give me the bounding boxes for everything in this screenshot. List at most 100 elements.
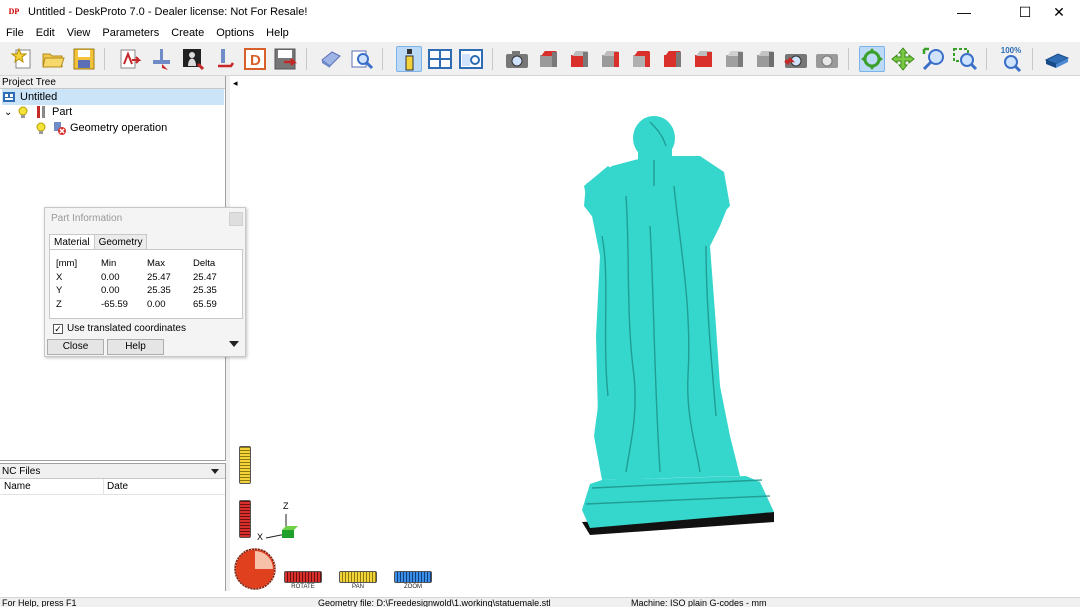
view-iso2-button[interactable] bbox=[752, 46, 778, 72]
view-right-button[interactable] bbox=[659, 46, 685, 72]
view-top-button[interactable] bbox=[535, 46, 561, 72]
cube-bottom-view-icon bbox=[693, 50, 713, 68]
window-title: Untitled - DeskProto 7.0 - Dealer licens… bbox=[28, 6, 308, 18]
tree-item-geometry-operation[interactable]: Geometry operation bbox=[34, 120, 167, 136]
dimensions-table: [mm] Min Max Delta X 0.00 25.47 25.47 Y … bbox=[49, 249, 243, 319]
nc-column-name[interactable]: Name bbox=[0, 479, 104, 494]
save-button[interactable] bbox=[71, 46, 97, 72]
zoom-mode-button[interactable] bbox=[921, 46, 947, 72]
camera-previous-icon bbox=[784, 54, 807, 68]
menu-file[interactable]: File bbox=[0, 24, 30, 42]
translated-coordinates-option[interactable]: ✓ Use translated coordinates bbox=[53, 323, 186, 334]
table-cell: X bbox=[56, 272, 63, 283]
zoom-window-icon bbox=[953, 48, 978, 71]
view-front-button[interactable] bbox=[566, 46, 592, 72]
nc-column-date[interactable]: Date bbox=[104, 479, 128, 494]
view-left-button[interactable] bbox=[597, 46, 623, 72]
table-cell: -65.59 bbox=[101, 299, 128, 310]
info-icon bbox=[405, 49, 414, 71]
statue-model bbox=[582, 116, 774, 535]
cube-top-view-icon bbox=[538, 50, 558, 68]
layout-grid-button[interactable] bbox=[427, 46, 453, 72]
bitmap-operation-button[interactable] bbox=[180, 46, 206, 72]
3d-viewport[interactable]: ◂ bbox=[230, 76, 1080, 591]
dialog-close-button[interactable]: Close bbox=[47, 339, 104, 355]
menu-parameters[interactable]: Parameters bbox=[96, 24, 165, 42]
pan-vertical-slider[interactable] bbox=[239, 446, 251, 484]
help-book-button[interactable] bbox=[1044, 46, 1070, 72]
table-cell: 0.00 bbox=[101, 285, 120, 296]
preview-button[interactable] bbox=[349, 46, 375, 72]
view-back-button[interactable] bbox=[628, 46, 654, 72]
menu-options[interactable]: Options bbox=[210, 24, 260, 42]
view-bottom-button[interactable] bbox=[690, 46, 716, 72]
vector-operation-button[interactable] bbox=[211, 46, 237, 72]
axis-z-label: Z bbox=[283, 501, 289, 511]
bitmap-icon bbox=[183, 49, 205, 71]
table-header: Delta bbox=[193, 258, 216, 269]
expand-chevron-icon[interactable]: ⌄ bbox=[4, 107, 16, 118]
cube-left-view-icon bbox=[600, 50, 620, 68]
simulation-button[interactable] bbox=[318, 46, 344, 72]
table-cell: Y bbox=[56, 285, 63, 296]
new-project-button[interactable] bbox=[10, 46, 36, 72]
rotate-mode-button[interactable] bbox=[859, 46, 885, 72]
part-icon bbox=[34, 105, 48, 119]
table-cell: 25.35 bbox=[147, 285, 171, 296]
rotate-vertical-slider[interactable] bbox=[239, 500, 251, 538]
simulation-eraser-icon bbox=[321, 51, 341, 68]
table-cell: 65.59 bbox=[193, 299, 217, 310]
write-nc-file-button[interactable] bbox=[272, 46, 298, 72]
geometry-operation-error-icon bbox=[52, 121, 66, 135]
rotate-label: ROTATE bbox=[291, 584, 315, 590]
d-operation-button[interactable]: D bbox=[242, 46, 268, 72]
pan-mode-button[interactable] bbox=[890, 46, 916, 72]
menu-help[interactable]: Help bbox=[260, 24, 295, 42]
camera-view-button[interactable] bbox=[504, 46, 530, 72]
import-geometry-icon bbox=[120, 49, 142, 69]
tree-item-part[interactable]: ⌄ Part bbox=[4, 104, 72, 120]
view-previous-button[interactable] bbox=[783, 46, 809, 72]
close-button[interactable]: ✕ bbox=[1036, 0, 1080, 24]
nc-dropdown-arrow-icon[interactable] bbox=[211, 469, 219, 474]
dialog-close-box[interactable] bbox=[229, 212, 243, 226]
toolbar: D 100% bbox=[0, 42, 1080, 76]
view-next-button[interactable] bbox=[814, 46, 840, 72]
tree-item-untitled[interactable]: Untitled bbox=[2, 89, 224, 105]
rotate-dial[interactable] bbox=[233, 547, 277, 591]
tab-geometry[interactable]: Geometry bbox=[93, 234, 148, 250]
rotate-horizontal-slider[interactable] bbox=[284, 571, 322, 583]
cube-right-view-icon bbox=[662, 50, 682, 68]
part-operation-button[interactable] bbox=[148, 46, 174, 72]
camera-grey-icon bbox=[816, 54, 838, 68]
minimize-button[interactable]: — bbox=[941, 0, 987, 24]
translated-coordinates-checkbox[interactable]: ✓ bbox=[53, 323, 63, 334]
menu-bar: File Edit View Parameters Create Options… bbox=[0, 24, 1080, 42]
expand-dialog-arrow-icon[interactable] bbox=[229, 341, 239, 347]
import-geometry-button[interactable] bbox=[116, 46, 142, 72]
floppy-disk-icon bbox=[73, 48, 95, 70]
menu-edit[interactable]: Edit bbox=[30, 24, 61, 42]
menu-view[interactable]: View bbox=[61, 24, 97, 42]
zoom-100-button[interactable]: 100% bbox=[998, 46, 1024, 72]
open-button[interactable] bbox=[40, 46, 66, 72]
menu-create[interactable]: Create bbox=[165, 24, 210, 42]
app-logo-icon: DP bbox=[8, 7, 20, 16]
pan-horizontal-slider[interactable] bbox=[339, 571, 377, 583]
zoom-window-button[interactable] bbox=[952, 46, 978, 72]
lightbulb-icon bbox=[34, 121, 48, 135]
table-cell: 25.47 bbox=[147, 272, 171, 283]
part-info-button[interactable] bbox=[396, 46, 422, 72]
zoom-horizontal-slider[interactable] bbox=[394, 571, 432, 583]
zoom-label: ZOOM bbox=[404, 584, 422, 590]
table-header: Max bbox=[147, 258, 165, 269]
window-view-button[interactable] bbox=[458, 46, 484, 72]
cube-front-view-icon bbox=[569, 50, 589, 68]
view-iso-button[interactable] bbox=[721, 46, 747, 72]
checkbox-label: Use translated coordinates bbox=[67, 323, 186, 334]
status-bar: For Help, press F1 Geometry file: D:\Fre… bbox=[0, 597, 1080, 607]
dialog-help-button[interactable]: Help bbox=[107, 339, 164, 355]
project-icon bbox=[2, 90, 16, 104]
dialog-tabs: Material Geometry bbox=[49, 234, 148, 251]
d-letter-icon: D bbox=[244, 48, 266, 70]
